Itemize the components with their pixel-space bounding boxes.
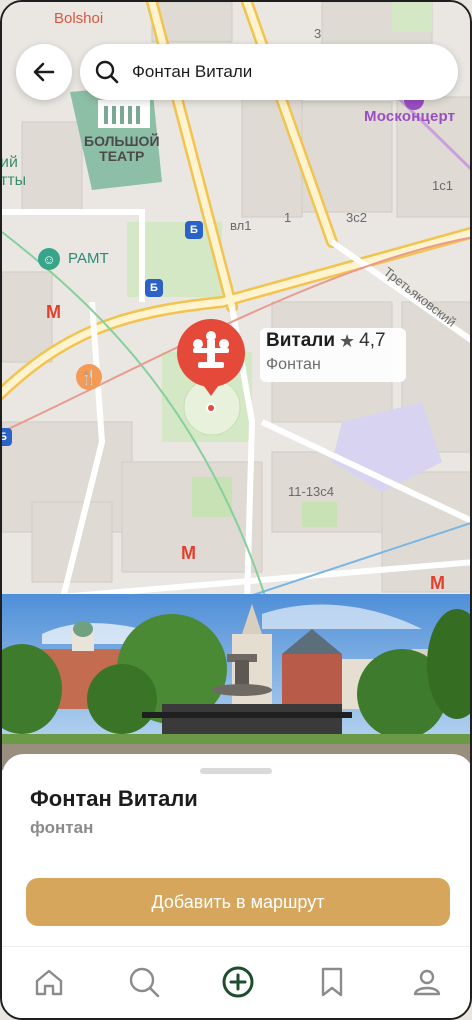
map-house-11-13s4: 11-13с4 [288,484,335,499]
poi-type: Фонтан [266,356,321,373]
map-house-1: 1 [284,210,292,225]
transit-stop-icon[interactable]: Б [185,221,203,239]
map-house-1s1: 1с1 [432,178,453,193]
map-label-edge-2: тты [2,172,27,189]
nav-bookmarks[interactable] [308,958,356,1006]
fountain-pin[interactable] [176,318,246,418]
nav-add[interactable] [214,958,262,1006]
theatre-icon: ☺ [38,248,60,270]
map-house-3s2: 3с2 [346,210,367,225]
place-photo[interactable] [2,594,470,770]
nav-search[interactable] [120,958,168,1006]
phone-frame: Bolshoi 3 БОЛЬШОЙ ТЕАТР Москонцерт ий тт… [0,0,472,1020]
metro-icon[interactable]: М [430,573,445,594]
bottom-nav [2,946,470,1018]
search-icon [95,60,119,84]
map-label-moskontsert: Москонцерт [364,108,456,125]
poi-rating: 4,7 [359,330,386,351]
teatr-line-2: ТЕАТР [99,148,145,164]
bookmark-icon [322,967,343,996]
place-title: Фонтан Витали [30,786,198,811]
metro-icon[interactable]: М [46,302,61,323]
poi-name: Витали [266,330,336,351]
star-icon: ★ [339,330,356,351]
search-input[interactable]: Фонтан Витали [132,62,252,82]
arrow-left-icon [33,62,55,82]
map-house-vl1: вл1 [230,218,252,233]
search-bar[interactable]: Фонтан Витали [80,44,458,100]
nav-home[interactable] [25,958,73,1006]
place-subtitle: фонтан [30,818,94,837]
teatr-line-1: БОЛЬШОЙ [84,133,160,149]
place-sheet: Фонтан Витали фонтан Добавить в маршрут [2,754,470,952]
profile-icon [413,969,440,995]
poi-name-row: Витали ★ 4,7 [266,330,400,352]
transit-stop-icon[interactable]: Б [145,279,163,297]
back-button[interactable] [16,44,72,100]
restaurant-icon[interactable]: 🍴 [76,364,102,390]
map-label-ramt: РАМТ [68,250,109,267]
nav-profile[interactable] [403,958,451,1006]
sheet-grabber[interactable] [200,768,272,774]
add-to-route-button[interactable]: Добавить в маршрут [26,878,450,926]
poi-card[interactable]: Витали ★ 4,7 Фонтан [260,328,406,382]
map-label-bolshoi-teatr: БОЛЬШОЙ ТЕАТР [84,134,160,164]
search-icon [129,967,159,997]
plus-circle-icon [222,966,254,997]
metro-icon[interactable]: М [181,543,196,564]
map-label-edge-1: ий [2,154,18,171]
map-house-3: 3 [314,26,322,41]
home-icon [35,969,63,995]
transit-stop-icon[interactable]: Б [2,428,12,446]
map-label-bolshoi: Bolshoi [54,10,104,27]
